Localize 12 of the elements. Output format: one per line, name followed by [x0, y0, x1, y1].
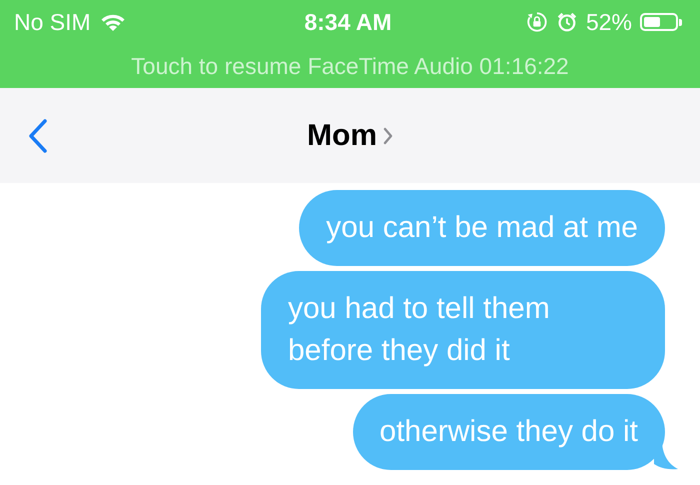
- battery-icon: [640, 13, 682, 31]
- message-bubble: otherwise they do it: [352, 394, 665, 470]
- carrier-name: No SIM: [14, 8, 91, 36]
- clock-time: 8:34 AM: [304, 8, 392, 36]
- battery-percentage: 52%: [586, 8, 632, 36]
- message-bubble: you can’t be mad at me: [299, 190, 665, 266]
- contact-name[interactable]: Mom: [307, 118, 377, 152]
- alarm-clock-icon: [556, 11, 578, 33]
- chevron-right-icon[interactable]: [383, 126, 393, 144]
- back-chevron-icon[interactable]: [28, 118, 48, 154]
- rotation-lock-icon: [526, 11, 548, 33]
- message-bubble: you had to tell them before they did it: [261, 271, 665, 389]
